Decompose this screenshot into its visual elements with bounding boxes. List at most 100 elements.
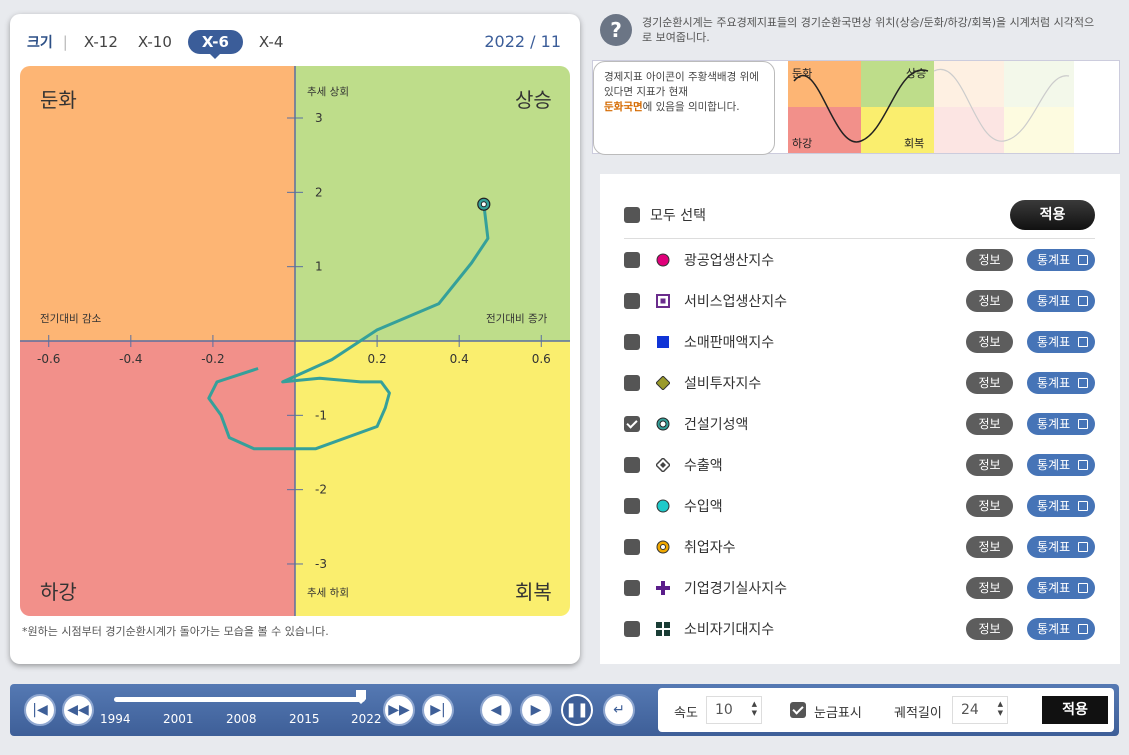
stats-table-button[interactable]: 통계표	[1027, 290, 1095, 312]
info-button[interactable]: 정보	[966, 536, 1013, 558]
indicator-row[interactable]: 설비투자지수 정보 통계표	[624, 371, 1095, 395]
indicator-panel: 모두 선택 적용 광공업생산지수 정보 통계표 서비스업생산지수 정보 통계표 소매판매액지…	[600, 174, 1120, 664]
first-button[interactable]: |◀	[24, 694, 56, 726]
timeline-slider[interactable]	[114, 697, 365, 702]
info-button[interactable]: 정보	[966, 577, 1013, 599]
external-link-icon	[1078, 378, 1088, 388]
indicator-checkbox[interactable]	[624, 539, 640, 555]
indicator-row[interactable]: 기업경기실사지수 정보 통계표	[624, 576, 1095, 600]
x-tick-label: 0.4	[450, 352, 469, 366]
indicator-row[interactable]: 취업자수 정보 통계표	[624, 535, 1095, 559]
y-tick-label: -2	[315, 483, 327, 497]
x-tick-label: -0.4	[119, 352, 142, 366]
indicator-name: 서비스업생산지수	[684, 294, 788, 310]
indicator-checkbox[interactable]	[624, 580, 640, 596]
mini-cycle-faded	[934, 61, 1074, 153]
indicator-checkbox[interactable]	[624, 252, 640, 268]
stats-table-button[interactable]: 통계표	[1027, 577, 1095, 599]
indicator-checkbox[interactable]	[624, 457, 640, 473]
stats-table-button[interactable]: 통계표	[1027, 454, 1095, 476]
fast-forward-button[interactable]: ▶▶	[383, 694, 415, 726]
indicator-row[interactable]: 서비스업생산지수 정보 통계표	[624, 289, 1095, 313]
clock-plot: -0.6 -0.4 -0.2 0.2 0.4 0.6 3 2 1 -1 -2 -3	[20, 66, 570, 616]
indicator-row[interactable]: 수출액 정보 통계표	[624, 453, 1095, 477]
indicator-name: 수출액	[684, 458, 723, 474]
trail-input[interactable]: 24 ▲ ▼	[952, 696, 1008, 724]
info-button[interactable]: 정보	[966, 495, 1013, 517]
purple-square-outline-icon	[656, 294, 670, 308]
last-button[interactable]: ▶|	[422, 694, 454, 726]
indicator-name: 기업경기실사지수	[684, 581, 788, 597]
zoom-x6[interactable]: X-6	[187, 30, 243, 59]
external-link-icon	[1078, 296, 1088, 306]
question-icon[interactable]: ?	[600, 14, 632, 46]
indicator-name: 소비자기대지수	[684, 622, 775, 638]
x-tick-label: 0.6	[532, 352, 551, 366]
indicator-checkbox[interactable]	[624, 621, 640, 637]
pause-button[interactable]: ❚❚	[561, 694, 593, 726]
indicator-checkbox[interactable]	[624, 375, 640, 391]
apply-settings-button[interactable]: 적용	[1042, 696, 1108, 724]
indicator-checkbox[interactable]	[624, 293, 640, 309]
green-grid-icon	[656, 622, 670, 636]
x-tick-label: 0.2	[368, 352, 387, 366]
info-button[interactable]: 정보	[966, 413, 1013, 435]
stats-table-button[interactable]: 통계표	[1027, 249, 1095, 271]
indicator-row[interactable]: 수입액 정보 통계표	[624, 494, 1095, 518]
zoom-x12[interactable]: X-12	[80, 31, 122, 53]
info-button[interactable]: 정보	[966, 249, 1013, 271]
indicator-row[interactable]: 소매판매액지수 정보 통계표	[624, 330, 1095, 354]
legend-bubble: 경제지표 아이콘이 주황색배경 위에 있다면 지표가 현재 둔화국면에 있음을 …	[593, 61, 775, 155]
mini-cycle-diagram: 둔화 상승 하강 회복	[788, 61, 934, 153]
cyan-circle-icon	[656, 499, 670, 513]
indicator-name: 건설기성액	[684, 417, 749, 433]
apply-indicators-button[interactable]: 적용	[1010, 200, 1095, 230]
indicator-checkbox[interactable]	[624, 498, 640, 514]
select-all-checkbox[interactable]	[624, 207, 640, 223]
trail-label: 궤적길이	[894, 706, 942, 721]
olive-diamond-icon	[656, 376, 670, 390]
zoom-x4[interactable]: X-4	[255, 31, 288, 53]
stats-table-button[interactable]: 통계표	[1027, 536, 1095, 558]
info-button[interactable]: 정보	[966, 618, 1013, 640]
stats-table-button[interactable]: 통계표	[1027, 413, 1095, 435]
business-cycle-clock: 둔화 상승 하강 회복 추세 상회 추세 하회 전기대비 감소 전기대비 증가 …	[20, 66, 570, 616]
speed-input[interactable]: 10 ▲ ▼	[706, 696, 762, 724]
stats-table-button[interactable]: 통계표	[1027, 495, 1095, 517]
clock-panel: 크기 | X-12 X-10 X-6 X-4 2022 / 11 둔화 상승 하…	[10, 14, 580, 664]
external-link-icon	[1078, 337, 1088, 347]
return-button[interactable]: ↵	[603, 694, 635, 726]
indicator-checkbox[interactable]	[624, 416, 640, 432]
svg-text:상승: 상승	[906, 67, 926, 80]
indicator-checkbox[interactable]	[624, 334, 640, 350]
rewind-button[interactable]: ◀◀	[62, 694, 94, 726]
step-forward-button[interactable]: ▶	[520, 694, 552, 726]
stats-table-button[interactable]: 통계표	[1027, 372, 1095, 394]
zoom-selector: 크기 | X-12 X-10 X-6 X-4	[27, 30, 299, 59]
info-button[interactable]: 정보	[966, 331, 1013, 353]
info-button[interactable]: 정보	[966, 290, 1013, 312]
indicator-row[interactable]: 광공업생산지수 정보 통계표	[624, 248, 1095, 272]
external-link-icon	[1078, 624, 1088, 634]
blue-square-icon	[657, 336, 669, 348]
spinner-arrows-icon[interactable]: ▲ ▼	[998, 700, 1003, 718]
spinner-arrows-icon[interactable]: ▲ ▼	[752, 700, 757, 718]
year-label: 1994	[100, 712, 131, 726]
stats-table-button[interactable]: 통계표	[1027, 618, 1095, 640]
grid-label: 눈금표시	[814, 706, 862, 721]
info-button[interactable]: 정보	[966, 372, 1013, 394]
grid-checkbox[interactable]	[790, 702, 806, 718]
indicator-name: 소매판매액지수	[684, 335, 775, 351]
step-back-button[interactable]: ◀	[480, 694, 512, 726]
external-link-icon	[1078, 419, 1088, 429]
magenta-circle-icon	[656, 253, 670, 267]
year-label: 2022	[351, 712, 382, 726]
indicator-row[interactable]: 소비자기대지수 정보 통계표	[624, 617, 1095, 641]
zoom-x10[interactable]: X-10	[134, 31, 176, 53]
y-tick-label: -3	[315, 557, 327, 571]
indicator-row[interactable]: 건설기성액 정보 통계표	[624, 412, 1095, 436]
help-text: 경기순환시계는 주요경제지표들의 경기순환국면상 위치(상승/둔화/하강/회복)…	[642, 16, 1095, 44]
info-button[interactable]: 정보	[966, 454, 1013, 476]
gray-diamond-outline-icon	[656, 458, 670, 472]
stats-table-button[interactable]: 통계표	[1027, 331, 1095, 353]
